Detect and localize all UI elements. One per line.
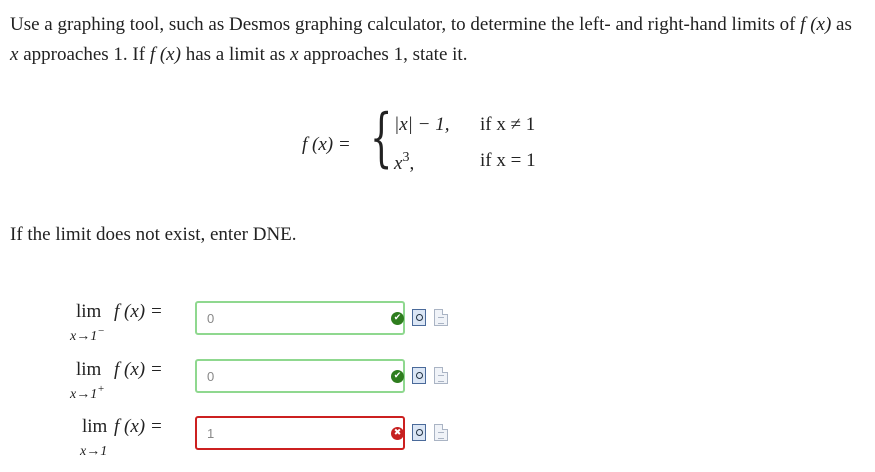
question-var-2: x [290, 44, 299, 65]
lim-subscript-base: x→1 [70, 329, 98, 344]
help-document-icon[interactable] [434, 309, 448, 326]
limit-function: f (x) = [114, 416, 163, 437]
question-num-2: 1, [393, 44, 408, 65]
question-sentence2-part2: has a limit as [185, 44, 286, 65]
lim-subscript: x→1+ [70, 383, 105, 403]
question-sentence2-part1: If [132, 44, 146, 65]
preview-answer-icon[interactable] [412, 367, 426, 384]
question-sentence1-part3: approaches [23, 44, 109, 65]
check-icon: ✔ [391, 312, 404, 325]
answer-input-right-limit[interactable] [195, 359, 405, 393]
preview-answer-icon[interactable] [412, 424, 426, 441]
preview-answer-icon[interactable] [412, 309, 426, 326]
check-icon: ✔ [391, 370, 404, 383]
question-fx-1: f (x) [800, 14, 832, 35]
question-sentence1-part2: as [836, 14, 852, 35]
limit-row-left: lim x→1− f (x) = ✔ [0, 301, 500, 345]
limit-function: f (x) = [114, 301, 163, 322]
limit-row-two-sided: lim x→1 f (x) = ✖ [0, 416, 500, 460]
piecewise-case2-cond: if x = 1 [480, 150, 536, 171]
piecewise-case1-expr: |x| − 1, [394, 114, 450, 135]
lim-subscript-side: + [97, 383, 105, 395]
limit-expression-right: lim x→1+ f (x) = [70, 359, 190, 403]
answer-input-two-sided-limit[interactable] [195, 416, 405, 450]
error-icon: ✖ [391, 427, 404, 440]
question-sentence2-part4: state it. [412, 44, 468, 65]
piecewise-brace: { [370, 101, 393, 175]
piecewise-case1-cond: if x ≠ 1 [480, 114, 536, 135]
instruction-text: If the limit does not exist, enter DNE. [10, 224, 297, 245]
limit-expression-two-sided: lim x→1 f (x) = [70, 416, 190, 460]
question-fx-2: f (x) [149, 44, 181, 65]
help-document-icon[interactable] [434, 424, 448, 441]
help-document-icon[interactable] [434, 367, 448, 384]
lim-word: lim [82, 416, 108, 437]
question-text: Use a graphing tool, such as Desmos grap… [10, 10, 865, 70]
answer-input-left-limit[interactable] [195, 301, 405, 335]
lim-subscript: x→1 [80, 440, 107, 460]
lim-word: lim [76, 359, 102, 380]
question-sentence2-part3: approaches [303, 44, 389, 65]
limit-expression-left: lim x→1− f (x) = [70, 301, 190, 345]
piecewise-case2-expr: x3, [394, 150, 414, 175]
piecewise-case2-comma: , [409, 153, 415, 174]
question-num-1: 1. [113, 44, 128, 65]
lim-subscript: x→1− [70, 325, 105, 345]
lim-subscript-side: − [97, 325, 105, 337]
piecewise-lhs: f (x) = [302, 134, 351, 155]
question-var-1: x [10, 44, 19, 65]
lim-word: lim [76, 301, 102, 322]
limit-function: f (x) = [114, 359, 163, 380]
lim-subscript-base: x→1 [80, 444, 108, 459]
question-sentence1-part1: Use a graphing tool, such as Desmos grap… [10, 14, 796, 35]
lim-subscript-base: x→1 [70, 387, 98, 402]
limit-row-right: lim x→1+ f (x) = ✔ [0, 359, 500, 403]
